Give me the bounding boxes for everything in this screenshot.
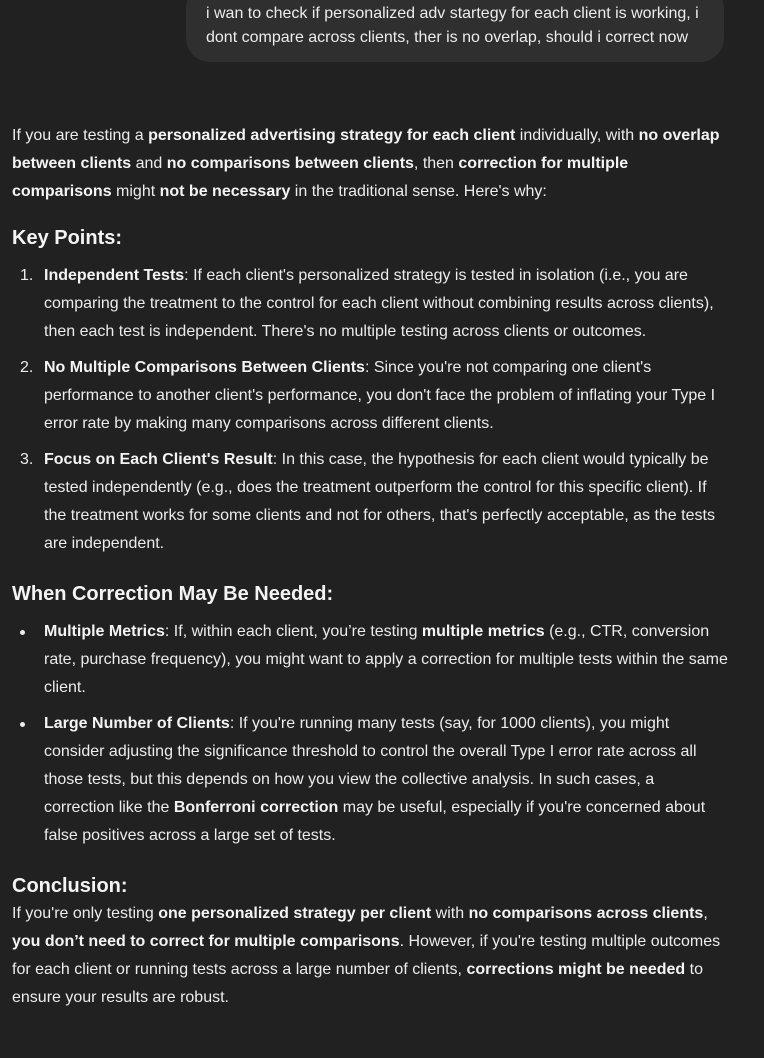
conclusion-heading: Conclusion: [12, 875, 128, 897]
key-point-text: Independent Tests: If each client's pers… [44, 267, 714, 340]
bold-text: Large Number of Clients [44, 715, 230, 732]
user-message-bubble: i wan to check if personalized adv start… [186, 0, 724, 62]
bold-text: no comparisons across clients [468, 905, 704, 922]
conclusion-paragraph: If you're only testing one personalized … [12, 905, 721, 1006]
bold-text: Focus on Each Client's Result [44, 451, 273, 468]
key-point-item: 1. Independent Tests: If each client's p… [12, 262, 728, 346]
bold-text: one personalized strategy per client [158, 905, 432, 922]
key-point-item: 2. No Multiple Comparisons Between Clien… [12, 354, 728, 438]
when-correction-text: Multiple Metrics: If, within each client… [44, 623, 728, 696]
when-correction-item: Multiple Metrics: If, within each client… [12, 618, 728, 702]
key-points-heading: Key Points: [12, 227, 123, 249]
key-point-text: No Multiple Comparisons Between Clients:… [44, 359, 716, 432]
bold-text: multiple metrics [421, 623, 545, 640]
list-number: 2. [20, 359, 34, 376]
when-correction-heading: When Correction May Be Needed: [12, 583, 334, 605]
bold-text: Bonferroni correction [173, 799, 339, 816]
bullet-dot [20, 722, 25, 727]
when-correction-item: Large Number of Clients: If you're runni… [12, 710, 728, 850]
key-point-text: Focus on Each Client's Result: In this c… [44, 451, 715, 552]
bullet-dot [20, 630, 25, 635]
assistant-response: If you are testing a personalized advert… [12, 122, 728, 1012]
list-number: 1. [20, 267, 34, 284]
bold-text: corrections might be needed [466, 961, 686, 978]
bold-text: Independent Tests [44, 267, 185, 284]
bold-text: No Multiple Comparisons Between Clients [44, 359, 365, 376]
key-point-item: 3. Focus on Each Client's Result: In thi… [12, 446, 728, 558]
intro-paragraph: If you are testing a personalized advert… [12, 127, 720, 200]
bold-text: Multiple Metrics [44, 623, 165, 640]
when-correction-list: Multiple Metrics: If, within each client… [12, 618, 728, 850]
bold-text: you don’t need to correct for multiple c… [12, 933, 400, 950]
list-number: 3. [20, 451, 34, 468]
key-points-list: 1. Independent Tests: If each client's p… [12, 262, 728, 558]
bold-text: personalized advertising strategy for ea… [148, 127, 516, 144]
bold-text: not be necessary [159, 183, 291, 200]
user-message-text: i wan to check if personalized adv start… [206, 5, 699, 46]
bold-text: no comparisons between clients [166, 155, 414, 172]
when-correction-text: Large Number of Clients: If you're runni… [44, 715, 706, 844]
